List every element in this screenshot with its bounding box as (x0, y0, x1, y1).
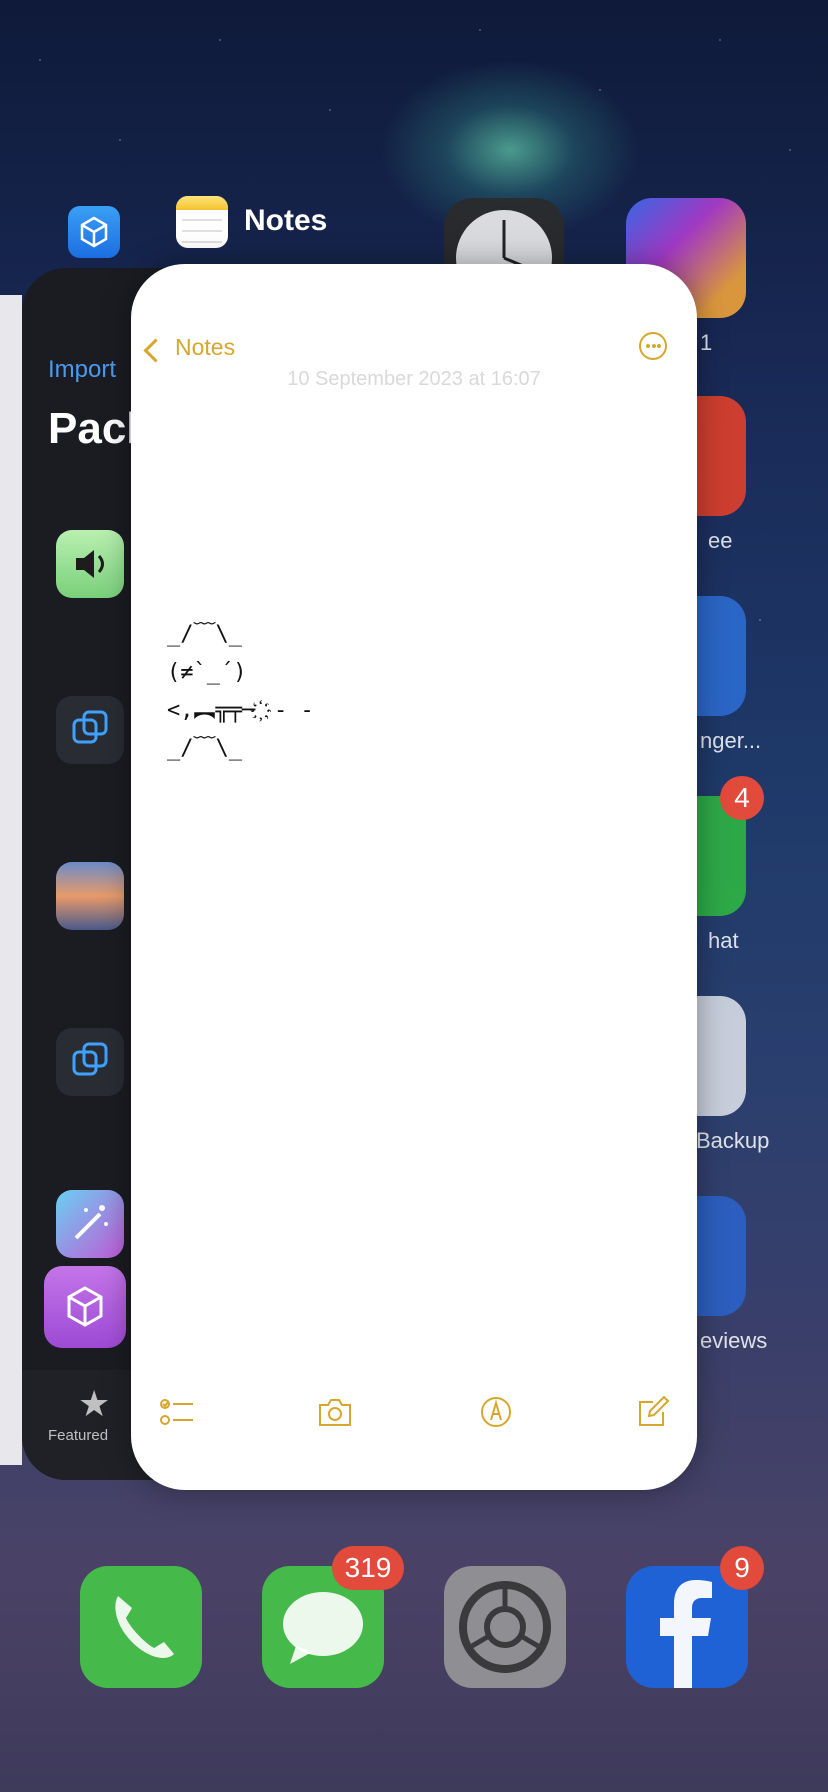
more-options-icon[interactable] (639, 332, 667, 360)
speaker-glyph (76, 550, 104, 578)
copy-icon[interactable] (56, 1028, 124, 1096)
note-date: 10 September 2023 at 16:07 (287, 368, 541, 390)
wechat-badge: 4 (720, 776, 764, 820)
messages-badge: 319 (332, 1546, 404, 1590)
home-label-1: 1 (700, 330, 713, 355)
speaker-icon[interactable] (56, 530, 124, 598)
package-icon (80, 216, 108, 248)
copy-glyph (72, 1042, 108, 1076)
copy-glyph (72, 710, 108, 744)
facebook-badge: 9 (720, 1546, 764, 1590)
magic-wand-icon[interactable] (56, 1190, 124, 1258)
tab-featured[interactable]: Featured (48, 1427, 108, 1444)
phone-glyph (115, 1596, 174, 1658)
app-switcher-title: Notes (244, 204, 328, 237)
note-line: _/﹋\_ (167, 622, 242, 647)
home-label-6: eviews (700, 1328, 768, 1353)
notes-app-card[interactable]: Notes 10 September 2023 at 16:07 _/﹋\_ (… (131, 264, 697, 1490)
compose-glyph (639, 1395, 670, 1426)
package-glyph (67, 1286, 103, 1327)
home-label-3: nger... (700, 728, 762, 753)
package-icon[interactable] (44, 1266, 126, 1348)
markup-glyph (481, 1397, 511, 1427)
note-line: (≠`_´) (167, 660, 247, 685)
home-label-2: ee (708, 528, 733, 553)
camera-icon[interactable] (317, 1394, 353, 1430)
camera-glyph (319, 1399, 351, 1426)
sileo-header-icon[interactable] (68, 206, 120, 258)
chevron-left-icon[interactable] (143, 338, 168, 363)
phone-icon[interactable] (80, 1566, 202, 1688)
note-line: _/﹋\_ (167, 736, 242, 761)
star-icon[interactable]: ★ (78, 1386, 110, 1422)
wand-glyph (74, 1205, 108, 1240)
note-body[interactable]: _/﹋\_ (≠`_´) <,︻╦╤─ ҉ - - _/﹋\_ (167, 616, 314, 768)
checklist-icon[interactable] (159, 1394, 195, 1430)
notes-header-icon[interactable] (176, 196, 228, 248)
home-label-5: Backup (696, 1128, 770, 1153)
markup-icon[interactable] (478, 1394, 514, 1430)
import-button[interactable]: Import (48, 356, 116, 384)
back-button[interactable]: Notes (175, 334, 235, 361)
background-app-card-strip[interactable] (0, 295, 22, 1465)
copy-icon[interactable] (56, 696, 124, 764)
gear-icon (459, 1581, 551, 1673)
home-label-4: hat (708, 928, 739, 953)
compose-icon[interactable] (635, 1394, 671, 1430)
settings-icon[interactable] (444, 1566, 566, 1688)
note-line: <,︻╦╤─ ҉ - - (167, 698, 314, 723)
clearity-icon[interactable] (56, 862, 124, 930)
checklist-glyph (160, 1399, 193, 1425)
